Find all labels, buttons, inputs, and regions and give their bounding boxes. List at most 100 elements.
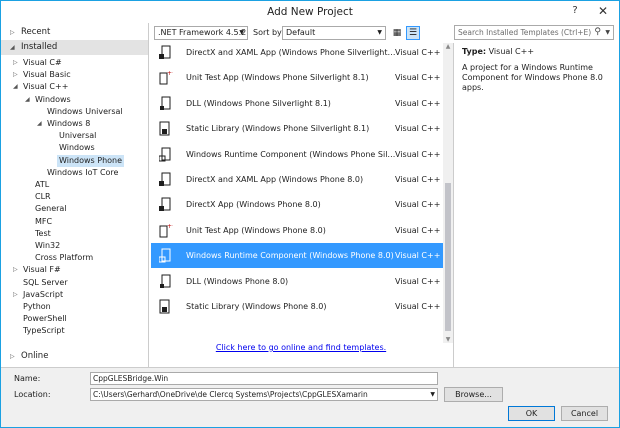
template-toolbar: .NET Framework 4.5.2 ▼ Sort by: Default ▼ …: [151, 23, 451, 43]
template-row[interactable]: Static Library (Windows Phone Silverligh…: [151, 116, 443, 141]
framework-value: .NET Framework 4.5.2: [158, 28, 247, 37]
tree-item[interactable]: CLR: [35, 191, 51, 203]
tree-item[interactable]: MFC: [35, 216, 52, 228]
tree-item[interactable]: ATL: [35, 179, 49, 191]
template-language: Visual C++: [395, 302, 441, 311]
tree-item[interactable]: Windows Universal: [47, 106, 123, 118]
tree-item-label: Cross Platform: [35, 253, 94, 263]
unit-test-icon: ++: [159, 70, 177, 85]
type-value: Visual C++: [488, 47, 535, 56]
grid-icon: ▦: [392, 28, 402, 38]
template-language: Visual C++: [395, 124, 441, 134]
list-view-button[interactable]: ☰: [406, 26, 420, 40]
expand-arrow-icon[interactable]: ▷: [13, 57, 18, 69]
search-icon[interactable]: ⚲: [594, 26, 601, 39]
tree-item[interactable]: ◢ Visual C++: [13, 81, 69, 93]
tree-item-label: Test: [35, 228, 51, 238]
online-node[interactable]: ▷ Online: [1, 349, 148, 364]
tree-item[interactable]: SQL Server: [23, 277, 68, 289]
template-row[interactable]: DLL (Windows Phone Silverlight 8.1) Visua…: [151, 91, 443, 116]
sort-dropdown[interactable]: Default ▼: [282, 26, 386, 40]
static-library-icon: [159, 121, 173, 136]
tree-item-label: Windows 8: [47, 119, 91, 128]
template-list-scrollbar[interactable]: ▲ ▼: [443, 43, 453, 343]
template-name: DLL (Windows Phone Silverlight 8.1): [186, 98, 331, 108]
tree-item[interactable]: Python: [23, 301, 51, 313]
ok-button[interactable]: OK: [508, 406, 555, 421]
template-name: Windows Runtime Component (Windows Phone…: [186, 149, 398, 159]
close-button[interactable]: ✕: [589, 1, 617, 21]
cancel-button[interactable]: Cancel: [561, 406, 608, 421]
tree-item-label: Visual Basic: [23, 70, 71, 80]
installed-node[interactable]: ◢ Installed: [1, 40, 148, 55]
chevron-down-icon: ▼: [377, 29, 382, 36]
expand-arrow-icon[interactable]: ▷: [13, 289, 18, 301]
recent-node[interactable]: ▷ Recent: [1, 25, 148, 40]
svg-text:++: ++: [167, 223, 173, 230]
tree-item[interactable]: ◢ Windows 8: [37, 118, 91, 130]
search-placeholder: Search Installed Templates (Ctrl+E): [458, 28, 592, 37]
template-category-pane: ▷ Recent ◢ Installed ▷ Visual C# ▷ Visual Bas…: [1, 23, 149, 367]
unit-test-icon: ++: [159, 223, 177, 238]
tree-item[interactable]: ▷ Visual C#: [13, 57, 62, 69]
tree-item[interactable]: Universal: [59, 130, 96, 142]
tree-item[interactable]: General: [35, 203, 67, 215]
search-installed-templates-input[interactable]: Search Installed Templates (Ctrl+E) ⚲ ▼: [454, 25, 614, 40]
collapse-arrow-icon[interactable]: ◢: [25, 94, 30, 106]
help-button[interactable]: ?: [561, 1, 589, 21]
sort-label: Sort by:: [253, 28, 284, 37]
project-name-input[interactable]: CppGLESBridge.Win: [90, 372, 438, 385]
template-language: Visual C++: [395, 149, 441, 159]
tree-item-label: PowerShell: [23, 314, 67, 324]
location-input[interactable]: C:\Users\Gerhard\OneDrive\de Clercq Syst…: [90, 388, 438, 401]
scroll-down-icon[interactable]: ▼: [443, 336, 453, 343]
scroll-thumb[interactable]: [445, 183, 451, 331]
template-row[interactable]: DirectX and XAML App (Windows Phone Silv…: [151, 43, 443, 65]
small-icons-view-button[interactable]: ▦: [390, 26, 404, 40]
collapse-arrow-icon[interactable]: ◢: [13, 81, 18, 93]
template-row[interactable]: DirectX App (Windows Phone 8.0) Visual C+…: [151, 192, 443, 217]
tree-item-label: TypeScript: [23, 326, 65, 336]
tree-item[interactable]: Windows IoT Core: [47, 167, 118, 179]
template-row[interactable]: DLL (Windows Phone 8.0) Visual C++: [151, 269, 443, 294]
framework-dropdown[interactable]: .NET Framework 4.5.2 ▼: [154, 26, 248, 40]
tree-item-label: Visual C++: [23, 82, 69, 92]
tree-item-label: General: [35, 204, 67, 214]
chevron-down-icon[interactable]: ▼: [605, 26, 610, 39]
location-label: Location:: [14, 390, 51, 399]
template-row[interactable]: DirectX and XAML App (Windows Phone 8.0)…: [151, 167, 443, 192]
tree-item[interactable]: Cross Platform: [35, 252, 93, 264]
scroll-up-icon[interactable]: ▲: [443, 43, 453, 50]
chevron-down-icon[interactable]: ▼: [430, 389, 435, 400]
collapse-arrow-icon[interactable]: ◢: [37, 118, 42, 130]
chevron-down-icon: ▼: [239, 29, 244, 36]
tree-item[interactable]: Win32: [35, 240, 60, 252]
location-value: C:\Users\Gerhard\OneDrive\de Clercq Syst…: [93, 390, 368, 399]
tree-item-label: ATL: [35, 180, 50, 189]
tree-item-label: Windows Universal: [47, 106, 123, 116]
tree-item[interactable]: Windows: [59, 142, 95, 154]
component-icon: [158, 147, 173, 162]
tree-item-label: JavaScript: [23, 289, 64, 299]
template-row[interactable]: ++ Unit Test App (Windows Phone Silverlig…: [151, 65, 443, 90]
tree-item[interactable]: TypeScript: [23, 325, 65, 337]
template-language: Visual C++: [395, 73, 441, 83]
tree-item[interactable]: ▷ Visual Basic: [13, 69, 71, 81]
tree-item[interactable]: PowerShell: [23, 313, 67, 325]
template-row[interactable]: ++ Unit Test App (Windows Phone 8.0) Visua…: [151, 218, 443, 243]
template-row[interactable]: Windows Runtime Component (Windows Phone…: [151, 243, 443, 269]
tree-item-label: Windows: [35, 94, 71, 104]
expand-arrow-icon[interactable]: ▷: [13, 69, 18, 81]
browse-button[interactable]: Browse...: [444, 387, 503, 402]
sort-value: Default: [286, 28, 316, 37]
tree-item[interactable]: ◢ Windows: [25, 94, 71, 106]
template-row[interactable]: Windows Runtime Component (Windows Phone…: [151, 142, 443, 167]
template-language: Visual C++: [395, 175, 441, 184]
template-row[interactable]: Static Library (Windows Phone 8.0) Visual…: [151, 294, 443, 319]
expand-arrow-icon[interactable]: ▷: [13, 264, 18, 276]
tree-item[interactable]: ▷ Visual F#: [13, 264, 61, 276]
tree-item[interactable]: ▷ JavaScript: [13, 289, 64, 301]
tree-item[interactable]: Test: [35, 228, 51, 240]
find-templates-online-link[interactable]: Click here to go online and find templat…: [216, 343, 386, 352]
tree-item[interactable]: Windows Phone: [57, 154, 125, 167]
